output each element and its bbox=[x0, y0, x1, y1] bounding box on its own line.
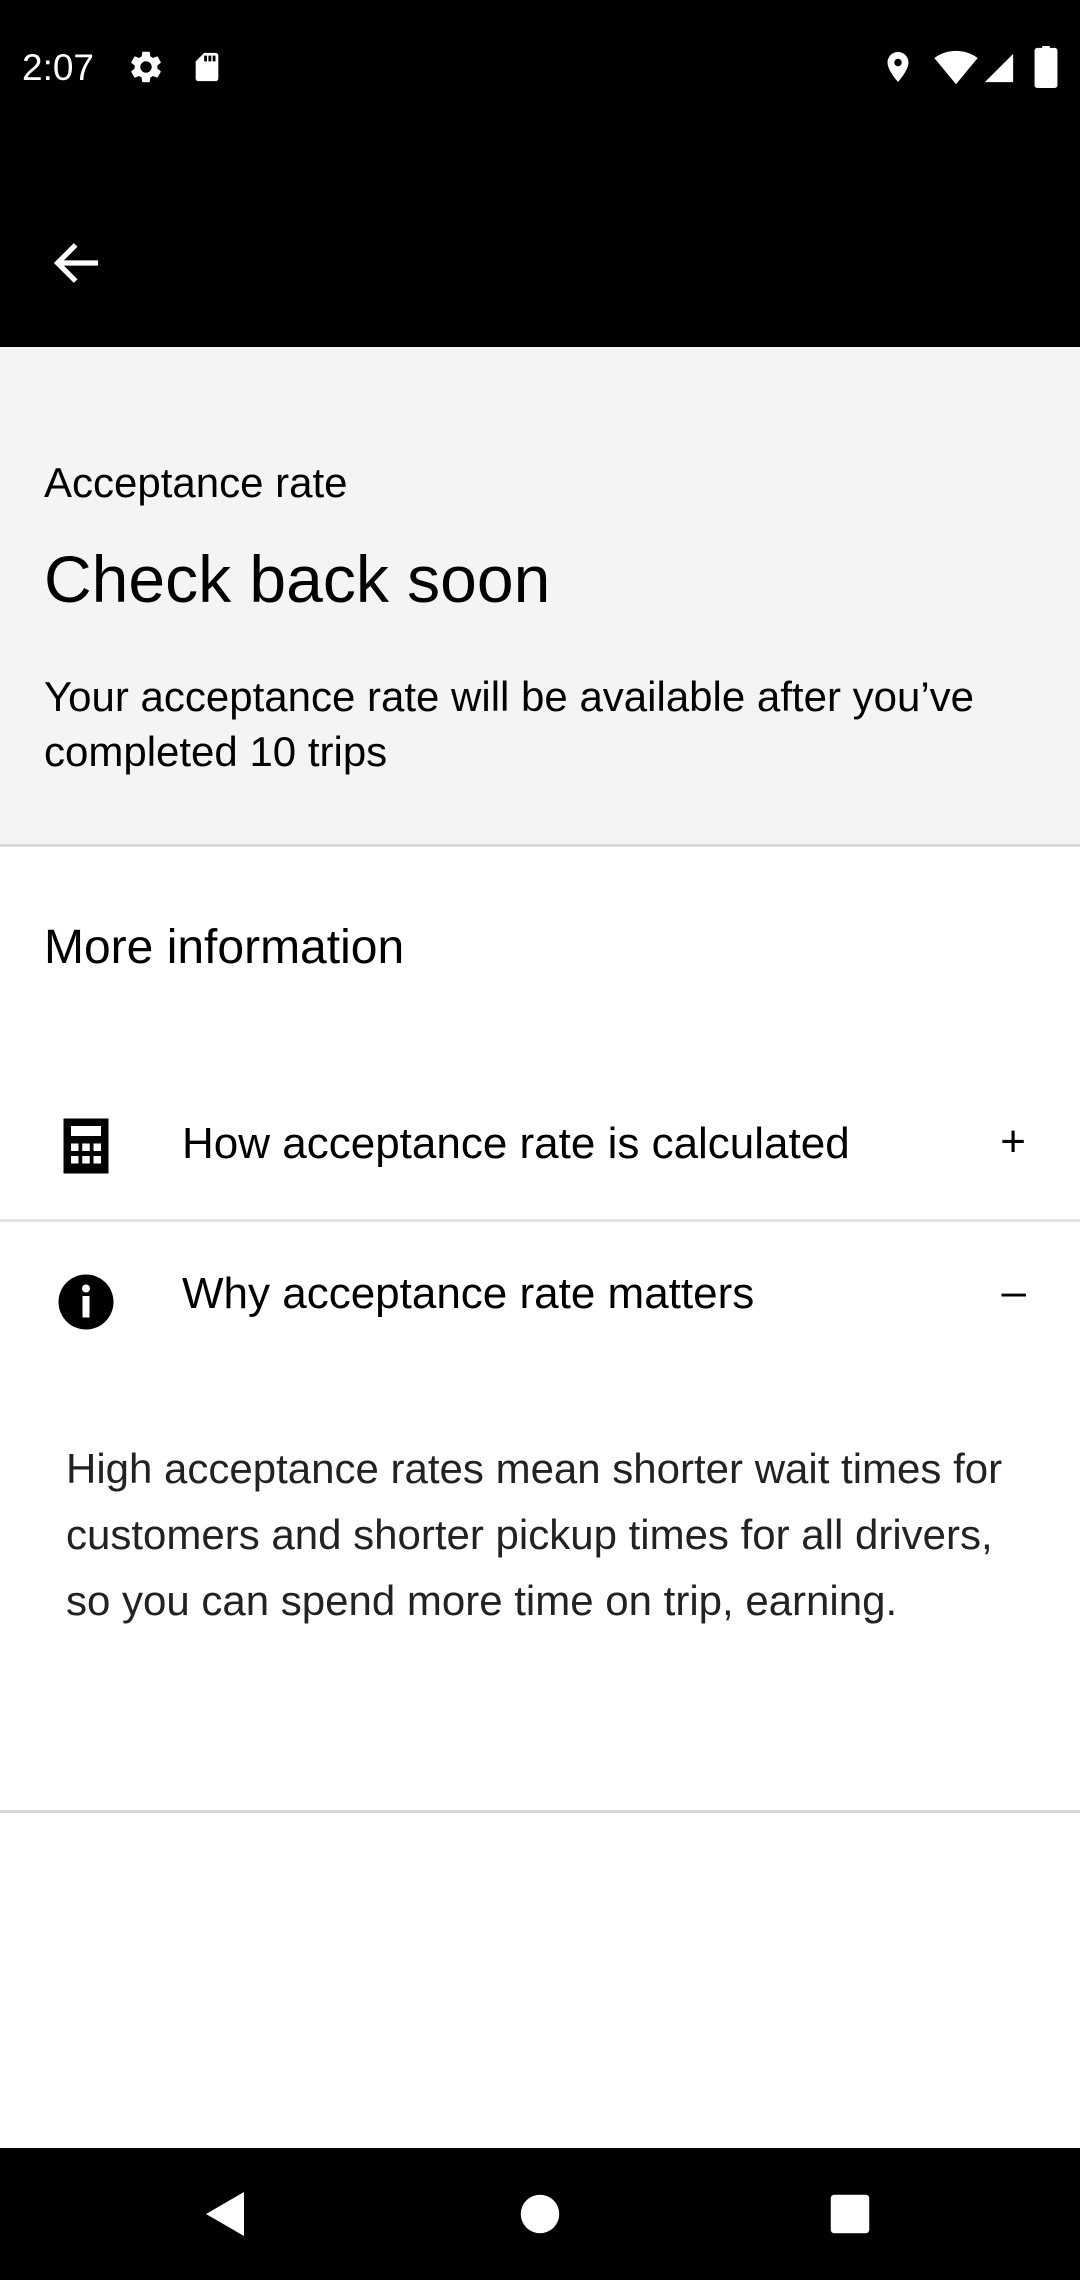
nav-recents-button[interactable] bbox=[770, 2148, 930, 2280]
settings-icon bbox=[131, 51, 161, 83]
wifi-icon bbox=[934, 50, 978, 85]
battery-icon bbox=[1034, 46, 1058, 88]
summary-label: Acceptance rate bbox=[44, 459, 348, 506]
back-button[interactable] bbox=[36, 223, 116, 303]
section-divider bbox=[0, 1810, 1080, 1813]
screen: 2:07 Acceptance rate Check back soon You… bbox=[0, 0, 1080, 2280]
calculator-icon bbox=[63, 1118, 109, 1174]
acceptance-rate-summary: Acceptance rate Check back soon Your acc… bbox=[0, 347, 1080, 847]
sd-card-icon bbox=[195, 52, 219, 82]
location-icon bbox=[887, 52, 909, 82]
nav-home-button[interactable] bbox=[460, 2148, 620, 2280]
arrow-left-icon bbox=[53, 243, 99, 283]
cellular-signal-icon bbox=[984, 53, 1014, 83]
back-triangle-icon bbox=[206, 2192, 244, 2236]
accordion-how-calculated[interactable]: How acceptance rate is calculated + bbox=[0, 1070, 1080, 1222]
recents-square-icon bbox=[830, 2194, 870, 2234]
collapse-minus-icon[interactable]: – bbox=[1002, 1264, 1026, 1320]
nav-back-button[interactable] bbox=[146, 2148, 306, 2280]
info-icon bbox=[58, 1274, 114, 1330]
top-app-bar bbox=[0, 135, 1080, 347]
summary-title: Check back soon bbox=[44, 542, 551, 616]
expand-plus-icon[interactable]: + bbox=[1000, 1114, 1026, 1170]
system-navigation-bar bbox=[0, 2148, 1080, 2280]
status-bar: 2:07 bbox=[0, 0, 1080, 135]
accordion-why-matters[interactable]: Why acceptance rate matters – bbox=[0, 1222, 1080, 1374]
status-time: 2:07 bbox=[22, 47, 95, 88]
more-information-heading: More information bbox=[44, 921, 405, 974]
home-circle-icon bbox=[520, 2194, 560, 2234]
accordion-label: Why acceptance rate matters bbox=[182, 1269, 755, 1318]
accordion-label: How acceptance rate is calculated bbox=[182, 1119, 850, 1168]
summary-description: Your acceptance rate will be available a… bbox=[44, 673, 975, 775]
accordion-body-text: High acceptance rates mean shorter wait … bbox=[66, 1445, 1003, 1624]
